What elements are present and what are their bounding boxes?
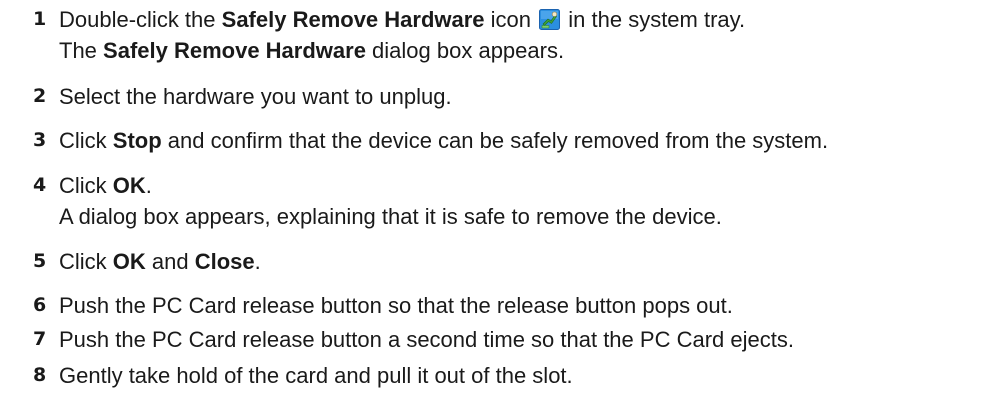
step-number: 6 <box>33 294 47 316</box>
safely-remove-hardware-label: Safely Remove Hardware <box>103 38 366 63</box>
step-2-text: Select the hardware you want to unplug. <box>59 84 452 109</box>
step-number: 3 <box>33 129 47 151</box>
step-number: 8 <box>33 364 47 386</box>
stop-label: Stop <box>112 128 162 153</box>
safely-remove-hardware-icon <box>539 7 561 30</box>
step-8-text: Gently take hold of the card and pull it… <box>59 363 573 388</box>
step-4-line-2: A dialog box appears, explaining that it… <box>59 204 722 229</box>
step-7-text: Push the PC Card release button a second… <box>59 327 794 352</box>
step-1-line-1: Double-click the Safely Remove Hardware … <box>59 7 746 32</box>
step-6-text: Push the PC Card release button so that … <box>59 293 733 318</box>
step-number: 7 <box>33 328 47 350</box>
ok-label: OK <box>112 249 146 274</box>
step-number: 5 <box>33 250 47 272</box>
step-number: 4 <box>33 174 47 196</box>
step-1-line-2: The Safely Remove Hardware dialog box ap… <box>59 38 565 63</box>
step-5-text: Click OK and Close. <box>59 249 261 274</box>
step-number: 2 <box>33 85 47 107</box>
close-label: Close <box>194 249 255 274</box>
step-4-line-1: Click OK. <box>59 173 152 198</box>
ok-label: OK <box>112 173 146 198</box>
safely-remove-hardware-label: Safely Remove Hardware <box>221 7 485 32</box>
step-3-text: Click Stop and confirm that the device c… <box>59 128 829 153</box>
step-number: 1 <box>33 8 47 30</box>
